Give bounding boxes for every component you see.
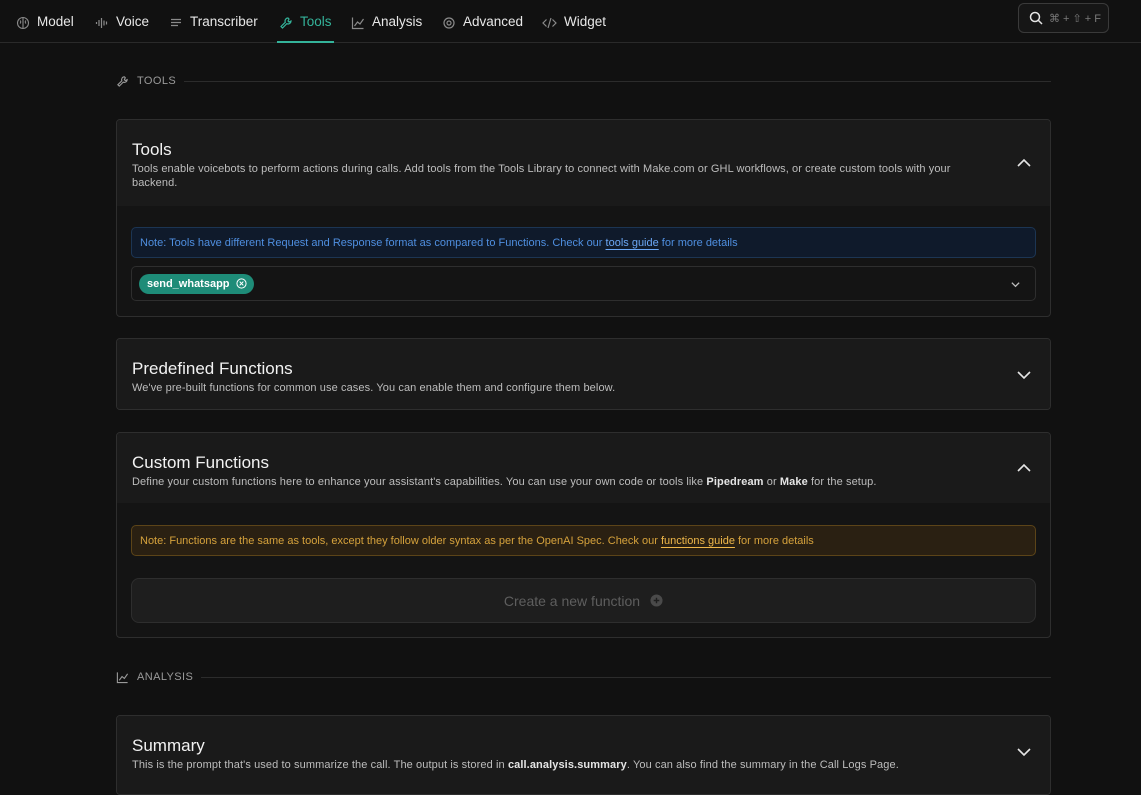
desc-text: for the setup.	[807, 476, 877, 488]
search-shortcut: ⌘ + ⇧ + F	[1049, 12, 1102, 25]
tab-analysis[interactable]: Analysis	[351, 14, 422, 43]
active-tab-indicator	[277, 41, 334, 43]
section-title: TOOLS	[137, 75, 177, 87]
search-button[interactable]: ⌘ + ⇧ + F	[1018, 3, 1109, 33]
audio-wave-icon	[95, 18, 108, 28]
tab-label: Tools	[300, 14, 332, 29]
functions-guide-link[interactable]: functions guide	[661, 535, 735, 547]
tab-label: Advanced	[463, 14, 524, 29]
tools-multiselect[interactable]: send_whatsapp	[131, 266, 1036, 301]
custom-functions-card: Custom Functions Define your custom func…	[116, 432, 1051, 638]
tab-model[interactable]: Model	[16, 14, 74, 43]
create-function-label: Create a new function	[503, 592, 641, 609]
summary-card: Summary This is the prompt that's used t…	[116, 715, 1051, 795]
tab-label: Transcriber	[190, 14, 258, 29]
summary-card-header[interactable]: Summary This is the prompt that's used t…	[117, 716, 1050, 794]
chevron-down-icon[interactable]	[1016, 744, 1032, 760]
gear-icon	[443, 17, 455, 29]
create-function-button[interactable]: Create a new function	[131, 578, 1036, 623]
predefined-functions-card: Predefined Functions We've pre-built fun…	[116, 338, 1051, 410]
tab-advanced[interactable]: Advanced	[442, 14, 523, 43]
desc-text: . You can also find the summary in the C…	[626, 759, 899, 771]
plus-circle-icon	[650, 594, 663, 607]
card-description: Tools enable voicebots to perform action…	[132, 163, 951, 189]
tab-voice[interactable]: Voice	[95, 14, 149, 43]
chevron-up-icon[interactable]	[1016, 460, 1032, 476]
search-icon	[1029, 11, 1043, 25]
tab-label: Analysis	[372, 14, 423, 29]
note-text-suffix: for more details	[734, 534, 814, 547]
card-title: Tools	[132, 140, 172, 159]
card-description: We've pre-built functions for common use…	[132, 382, 616, 394]
tools-note: Note: Tools have different Request and R…	[131, 227, 1036, 258]
custom-card-header[interactable]: Custom Functions Define your custom func…	[117, 433, 1050, 503]
tab-label: Voice	[116, 14, 150, 29]
card-description: Define your custom functions here to enh…	[132, 475, 990, 489]
card-title: Custom Functions	[132, 453, 269, 472]
summary-field-text: call.analysis.summary	[507, 759, 627, 771]
functions-note: Note: Functions are the same as tools, e…	[131, 525, 1036, 556]
tools-card: Tools Tools enable voicebots to perform …	[116, 119, 1051, 317]
make-text: Make	[779, 476, 808, 488]
chip-label: send_whatsapp	[147, 277, 230, 290]
top-nav: Model Voice Transcriber Tools Analysis A…	[0, 0, 1141, 43]
analysis-section-header: ANALYSIS	[116, 669, 1051, 685]
brain-icon	[16, 16, 30, 30]
chevron-up-icon[interactable]	[1016, 155, 1032, 171]
close-circle-icon[interactable]	[235, 278, 247, 289]
wrench-icon	[117, 75, 128, 87]
tab-label: Widget	[564, 14, 607, 29]
note-text: Note: Functions are the same as tools, e…	[140, 534, 661, 547]
tools-section-header: TOOLS	[116, 73, 1051, 89]
text-lines-icon	[171, 18, 181, 27]
desc-text: This is the prompt that's used to summar…	[132, 759, 508, 771]
divider	[184, 80, 1051, 82]
tab-tools[interactable]: Tools	[277, 14, 334, 43]
predefined-card-header[interactable]: Predefined Functions We've pre-built fun…	[117, 339, 1050, 409]
line-chart-icon	[351, 17, 364, 30]
tools-card-header[interactable]: Tools Tools enable voicebots to perform …	[117, 120, 1050, 206]
desc-text: Define your custom functions here to enh…	[132, 476, 707, 488]
chevron-down-icon[interactable]	[1016, 367, 1032, 383]
card-title: Summary	[132, 736, 205, 755]
line-chart-icon	[116, 671, 129, 683]
code-icon	[542, 17, 557, 29]
pipedream-text: Pipedream	[706, 476, 764, 488]
divider	[201, 676, 1051, 678]
wrench-icon	[280, 17, 292, 29]
chevron-down-icon[interactable]	[1010, 279, 1021, 290]
tool-chip: send_whatsapp	[139, 273, 254, 294]
tools-guide-link[interactable]: tools guide	[606, 237, 659, 249]
card-title: Predefined Functions	[132, 359, 293, 378]
tab-widget[interactable]: Widget	[542, 14, 606, 43]
tab-label: Model	[37, 14, 74, 29]
tab-transcriber[interactable]: Transcriber	[169, 14, 258, 43]
card-description: This is the prompt that's used to summar…	[132, 758, 990, 772]
note-text-suffix: for more details	[658, 236, 738, 249]
note-text: Note: Tools have different Request and R…	[140, 236, 606, 249]
section-title: ANALYSIS	[137, 671, 194, 683]
desc-text: or	[763, 476, 780, 488]
